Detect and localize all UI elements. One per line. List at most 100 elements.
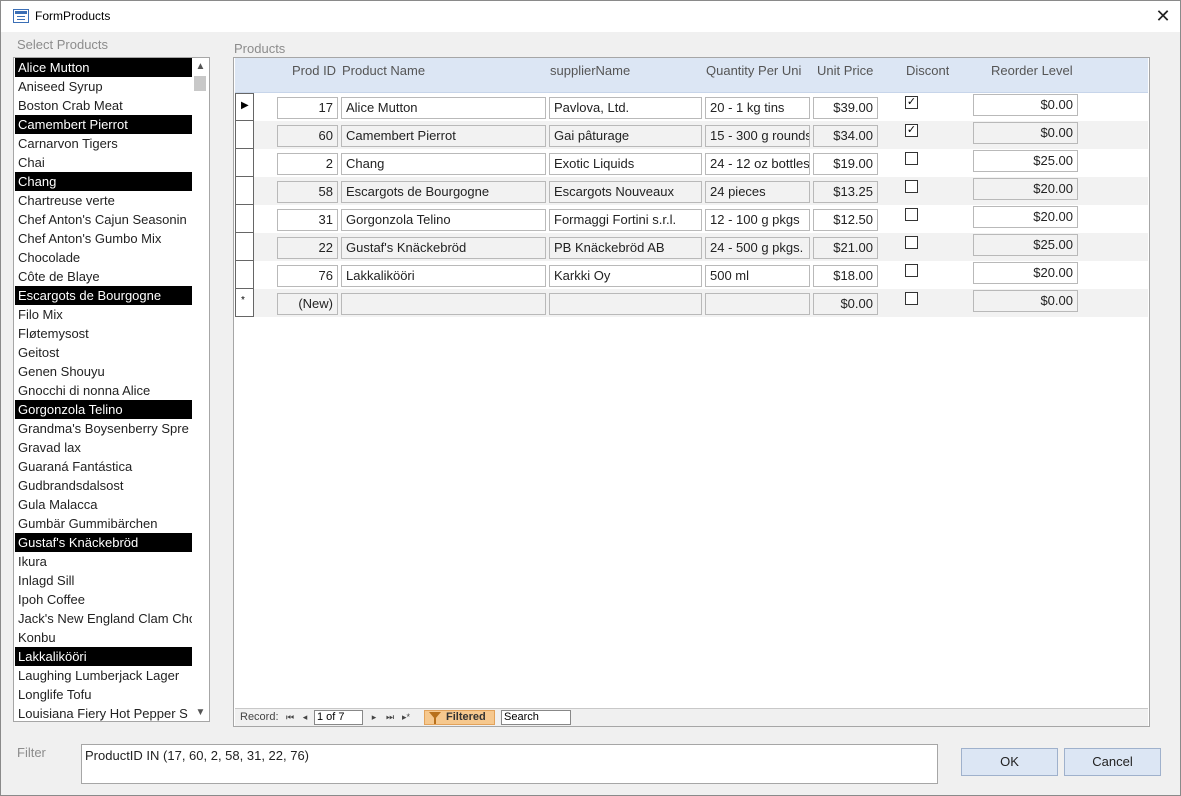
unit-price-cell[interactable]: $12.50 bbox=[813, 209, 878, 231]
product-name-cell[interactable] bbox=[341, 293, 546, 315]
unit-price-cell[interactable]: $13.25 bbox=[813, 181, 878, 203]
table-row[interactable]: 22 Gustaf's Knäckebröd PB Knäckebröd AB 24 … bbox=[235, 233, 1148, 261]
record-selector[interactable] bbox=[235, 121, 254, 149]
supplier-name-cell[interactable] bbox=[549, 293, 702, 315]
list-item[interactable]: Chocolade bbox=[15, 248, 192, 267]
header-reorder-level[interactable]: Reorder Level bbox=[991, 63, 1073, 78]
discontinued-checkbox[interactable] bbox=[905, 292, 918, 305]
list-item[interactable]: Genen Shouyu bbox=[15, 362, 192, 381]
list-item[interactable]: Inlagd Sill bbox=[15, 571, 192, 590]
reorder-level-cell[interactable]: $0.00 bbox=[973, 290, 1078, 312]
product-name-cell[interactable]: Chang bbox=[341, 153, 546, 175]
list-item[interactable]: Carnarvon Tigers bbox=[15, 134, 192, 153]
quantity-per-unit-cell[interactable]: 500 ml bbox=[705, 265, 810, 287]
prod-id-cell[interactable]: 17 bbox=[277, 97, 338, 119]
header-product-name[interactable]: Product Name bbox=[342, 63, 425, 78]
header-unit-price[interactable]: Unit Price bbox=[817, 63, 873, 78]
quantity-per-unit-cell[interactable] bbox=[705, 293, 810, 315]
list-item[interactable]: Longlife Tofu bbox=[15, 685, 192, 704]
product-name-cell[interactable]: Gustaf's Knäckebröd bbox=[341, 237, 546, 259]
listbox-scrollbar[interactable]: ▲ ▼ bbox=[192, 58, 209, 721]
prod-id-cell[interactable]: 2 bbox=[277, 153, 338, 175]
quantity-per-unit-cell[interactable]: 12 - 100 g pkgs bbox=[705, 209, 810, 231]
table-row[interactable]: 2 Chang Exotic Liquids 24 - 12 oz bottles $1… bbox=[235, 149, 1148, 177]
close-icon[interactable]: ✕ bbox=[1146, 1, 1180, 32]
discontinued-checkbox[interactable] bbox=[905, 208, 918, 221]
list-item[interactable]: Louisiana Fiery Hot Pepper S bbox=[15, 704, 192, 721]
quantity-per-unit-cell[interactable]: 24 - 500 g pkgs. bbox=[705, 237, 810, 259]
table-row[interactable]: ▶ 17 Alice Mutton Pavlova, Ltd. 20 - 1 kg ti… bbox=[235, 93, 1148, 121]
reorder-level-cell[interactable]: $0.00 bbox=[973, 122, 1078, 144]
table-row[interactable]: 31 Gorgonzola Telino Formaggi Fortini s.r.… bbox=[235, 205, 1148, 233]
reorder-level-cell[interactable]: $25.00 bbox=[973, 234, 1078, 256]
unit-price-cell[interactable]: $19.00 bbox=[813, 153, 878, 175]
record-selector[interactable] bbox=[235, 177, 254, 205]
list-item[interactable]: Ikura bbox=[15, 552, 192, 571]
prod-id-cell[interactable]: 22 bbox=[277, 237, 338, 259]
table-row[interactable]: 76 Lakkalikööri Karkki Oy 500 ml $18.00 $20.0… bbox=[235, 261, 1148, 289]
product-listbox[interactable]: Alice Mutton Aniseed Syrup Boston Crab Mea… bbox=[13, 57, 210, 722]
list-item[interactable]: Filo Mix bbox=[15, 305, 192, 324]
header-discontinued[interactable]: Discont bbox=[906, 63, 949, 78]
reorder-level-cell[interactable]: $25.00 bbox=[973, 150, 1078, 172]
record-selector[interactable] bbox=[235, 149, 254, 177]
list-item[interactable]: Gustaf's Knäckebröd bbox=[15, 533, 192, 552]
discontinued-checkbox[interactable]: ✓ bbox=[905, 124, 918, 137]
discontinued-checkbox[interactable] bbox=[905, 264, 918, 277]
supplier-name-cell[interactable]: Gai pâturage bbox=[549, 125, 702, 147]
list-item[interactable]: Gnocchi di nonna Alice bbox=[15, 381, 192, 400]
table-row[interactable]: * (New) $0.00 $0.00 bbox=[235, 289, 1148, 317]
list-item[interactable]: Gravad lax bbox=[15, 438, 192, 457]
list-item[interactable]: Chef Anton's Cajun Seasonin bbox=[15, 210, 192, 229]
current-record-input[interactable]: 1 of 7 bbox=[314, 710, 363, 725]
product-name-cell[interactable]: Lakkalikööri bbox=[341, 265, 546, 287]
table-row[interactable]: 60 Camembert Pierrot Gai pâturage 15 - 300 … bbox=[235, 121, 1148, 149]
prod-id-cell[interactable]: 76 bbox=[277, 265, 338, 287]
supplier-name-cell[interactable]: Escargots Nouveaux bbox=[549, 181, 702, 203]
list-item[interactable]: Chai bbox=[15, 153, 192, 172]
list-item[interactable]: Côte de Blaye bbox=[15, 267, 192, 286]
discontinued-checkbox[interactable] bbox=[905, 152, 918, 165]
list-item[interactable]: Lakkalikööri bbox=[15, 647, 192, 666]
scroll-down-icon[interactable]: ▼ bbox=[192, 704, 209, 721]
record-selector[interactable] bbox=[235, 261, 254, 289]
list-item[interactable]: Gula Malacca bbox=[15, 495, 192, 514]
quantity-per-unit-cell[interactable]: 15 - 300 g rounds bbox=[705, 125, 810, 147]
table-row[interactable]: 58 Escargots de Bourgogne Escargots Nouvea… bbox=[235, 177, 1148, 205]
record-selector[interactable]: * bbox=[235, 289, 254, 317]
header-prod-id[interactable]: Prod ID bbox=[292, 63, 336, 78]
header-supplier-name[interactable]: supplierName bbox=[550, 63, 630, 78]
prod-id-cell[interactable]: (New) bbox=[277, 293, 338, 315]
product-name-cell[interactable]: Escargots de Bourgogne bbox=[341, 181, 546, 203]
unit-price-cell[interactable]: $39.00 bbox=[813, 97, 878, 119]
product-name-cell[interactable]: Alice Mutton bbox=[341, 97, 546, 119]
discontinued-checkbox[interactable]: ✓ bbox=[905, 96, 918, 109]
unit-price-cell[interactable]: $34.00 bbox=[813, 125, 878, 147]
discontinued-checkbox[interactable] bbox=[905, 236, 918, 249]
list-item[interactable]: Laughing Lumberjack Lager bbox=[15, 666, 192, 685]
list-item[interactable]: Escargots de Bourgogne bbox=[15, 286, 192, 305]
discontinued-checkbox[interactable] bbox=[905, 180, 918, 193]
unit-price-cell[interactable]: $18.00 bbox=[813, 265, 878, 287]
prod-id-cell[interactable]: 60 bbox=[277, 125, 338, 147]
filter-textbox[interactable]: ProductID IN (17, 60, 2, 58, 31, 22, 76) bbox=[81, 744, 938, 784]
list-item[interactable]: Gumbär Gummibärchen bbox=[15, 514, 192, 533]
product-name-cell[interactable]: Gorgonzola Telino bbox=[341, 209, 546, 231]
list-item[interactable]: Konbu bbox=[15, 628, 192, 647]
list-item[interactable]: Guaraná Fantástica bbox=[15, 457, 192, 476]
supplier-name-cell[interactable]: Pavlova, Ltd. bbox=[549, 97, 702, 119]
header-quantity-per-unit[interactable]: Quantity Per Uni bbox=[706, 63, 810, 78]
record-selector[interactable]: ▶ bbox=[235, 93, 254, 121]
supplier-name-cell[interactable]: Formaggi Fortini s.r.l. bbox=[549, 209, 702, 231]
unit-price-cell[interactable]: $21.00 bbox=[813, 237, 878, 259]
list-item[interactable]: Fløtemysost bbox=[15, 324, 192, 343]
list-item[interactable]: Gorgonzola Telino bbox=[15, 400, 192, 419]
product-name-cell[interactable]: Camembert Pierrot bbox=[341, 125, 546, 147]
list-item[interactable]: Jack's New England Clam Cho bbox=[15, 609, 192, 628]
record-selector[interactable] bbox=[235, 205, 254, 233]
list-item[interactable]: Grandma's Boysenberry Spre bbox=[15, 419, 192, 438]
list-item[interactable]: Geitost bbox=[15, 343, 192, 362]
list-item[interactable]: Camembert Pierrot bbox=[15, 115, 192, 134]
scroll-up-icon[interactable]: ▲ bbox=[192, 58, 209, 75]
search-input[interactable]: Search bbox=[501, 710, 571, 725]
